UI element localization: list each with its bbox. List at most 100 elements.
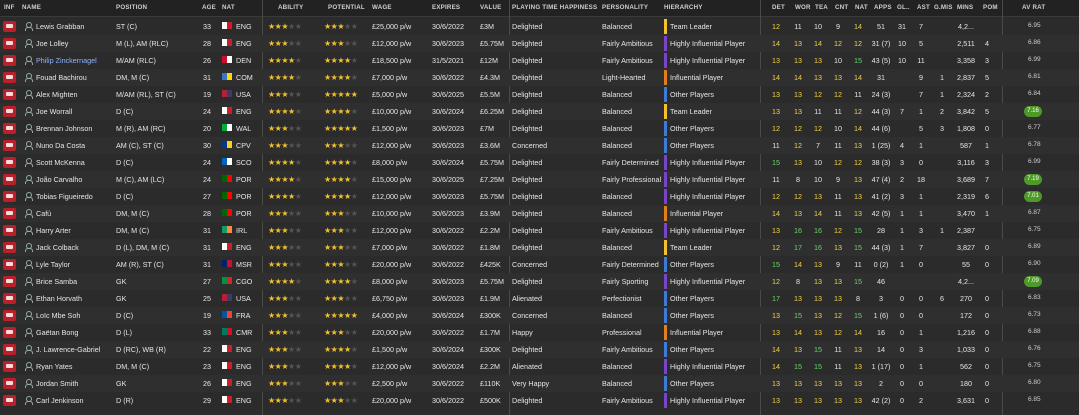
info-icon[interactable] [3, 276, 16, 287]
info-icon[interactable] [3, 378, 16, 389]
info-icon[interactable] [3, 123, 16, 134]
col-value[interactable]: VALUE [480, 4, 502, 11]
value: £7M [480, 124, 494, 133]
col-nat2[interactable]: NAT [855, 4, 868, 11]
col-hierarchy[interactable]: HIERARCHY [664, 4, 703, 11]
table-row[interactable]: Scott McKenna D (C) 24 SCO ★★★★★ ★★★★★ £… [0, 154, 1079, 171]
info-icon[interactable] [3, 225, 16, 236]
table-row[interactable]: Tobias Figueiredo D (C) 27 POR ★★★★★ ★★★… [0, 188, 1079, 205]
table-row[interactable]: Nuno Da Costa AM (C), ST (C) 30 CPV ★★★★… [0, 137, 1079, 154]
col-expires[interactable]: EXPIRES [432, 4, 460, 11]
col-pom[interactable]: POM [983, 4, 998, 11]
player-name[interactable]: Lewis Grabban [36, 22, 114, 31]
table-row[interactable]: Joe Lolley M (L), AM (RLC) 28 ENG ★★★★★ … [0, 35, 1079, 52]
table-row[interactable]: Fouad Bachirou DM, M (C) 31 COM ★★★★★ ★★… [0, 69, 1079, 86]
col-nat[interactable]: NAT [222, 4, 235, 11]
player-name[interactable]: Brennan Johnson [36, 124, 114, 133]
info-icon[interactable] [3, 89, 16, 100]
player-name[interactable]: J. Lawrence-Gabriel [36, 345, 114, 354]
player-name[interactable]: Philip Zinckernagel [36, 56, 114, 65]
info-icon[interactable] [3, 293, 16, 304]
info-icon[interactable] [3, 344, 16, 355]
player-nat: COM [236, 73, 253, 82]
player-name[interactable]: Carl Jenkinson [36, 396, 114, 405]
col-inf[interactable]: INF [4, 4, 15, 11]
player-name[interactable]: Jordan Smith [36, 379, 114, 388]
player-name[interactable]: Ryan Yates [36, 362, 114, 371]
table-row[interactable]: Cafú DM, M (C) 28 POR ★★★★★ ★★★★★ £10,00… [0, 205, 1079, 222]
table-row[interactable]: Lyle Taylor AM (R), ST (C) 31 MSR ★★★★★ … [0, 256, 1079, 273]
player-name[interactable]: João Carvalho [36, 175, 114, 184]
table-row[interactable]: Jordan Smith GK 26 ENG ★★★★★ ★★★★★ £2,50… [0, 375, 1079, 392]
player-name[interactable]: Joe Worrall [36, 107, 114, 116]
player-name[interactable]: Harry Arter [36, 226, 114, 235]
info-icon[interactable] [3, 157, 16, 168]
col-av-rat[interactable]: AV RAT [1022, 4, 1045, 11]
col-det[interactable]: DET [772, 4, 785, 11]
player-name[interactable]: Scott McKenna [36, 158, 114, 167]
col-personality[interactable]: PERSONALITY [602, 4, 648, 11]
info-icon[interactable] [3, 106, 16, 117]
cnt: 13 [834, 277, 842, 286]
col-potential[interactable]: POTENTIAL [328, 4, 365, 11]
info-icon[interactable] [3, 327, 16, 338]
table-row[interactable]: Ethan Horvath GK 25 USA ★★★★★ ★★★★★ £6,7… [0, 290, 1079, 307]
table-row[interactable]: Philip Zinckernagel M/AM (RLC) 26 DEN ★★… [0, 52, 1079, 69]
info-icon[interactable] [3, 55, 16, 66]
col-position[interactable]: POSITION [116, 4, 147, 11]
info-icon[interactable] [3, 174, 16, 185]
player-age: 19 [203, 311, 211, 320]
player-name[interactable]: Ethan Horvath [36, 294, 114, 303]
info-icon[interactable] [3, 72, 16, 83]
table-row[interactable]: João Carvalho M (C), AM (LC) 24 POR ★★★★… [0, 171, 1079, 188]
col-ability[interactable]: ABILITY [278, 4, 303, 11]
table-row[interactable]: Lewis Grabban ST (C) 33 ENG ★★★★★ ★★★★★ … [0, 18, 1079, 35]
player-icon [25, 243, 33, 252]
minutes: 2,319 [957, 192, 975, 201]
player-name[interactable]: Tobias Figueiredo [36, 192, 114, 201]
col-tea[interactable]: TEA [815, 4, 828, 11]
player-name[interactable]: Joe Lolley [36, 39, 114, 48]
col-gmis[interactable]: G.MIS [934, 4, 953, 11]
table-row[interactable]: Harry Arter DM, M (C) 31 IRL ★★★★★ ★★★★★… [0, 222, 1079, 239]
player-name[interactable]: Fouad Bachirou [36, 73, 114, 82]
table-row[interactable]: Joe Worrall D (C) 24 ENG ★★★★★ ★★★★★ £10… [0, 103, 1079, 120]
table-row[interactable]: Brennan Johnson M (R), AM (RC) 20 WAL ★★… [0, 120, 1079, 137]
col-name[interactable]: NAME [22, 4, 41, 11]
col-apps[interactable]: APPS [874, 4, 892, 11]
table-row[interactable]: Alex Mighten M/AM (RL), ST (C) 19 USA ★★… [0, 86, 1079, 103]
player-name[interactable]: Jack Colback [36, 243, 114, 252]
table-row[interactable]: Ryan Yates DM, M (C) 23 ENG ★★★★★ ★★★★★ … [0, 358, 1079, 375]
table-row[interactable]: Carl Jenkinson D (R) 29 ENG ★★★★★ ★★★★★ … [0, 392, 1079, 409]
col-cnt[interactable]: CNT [835, 4, 848, 11]
info-icon[interactable] [3, 310, 16, 321]
table-row[interactable]: Jack Colback D (L), DM, M (C) 31 ENG ★★★… [0, 239, 1079, 256]
col-playing-time[interactable]: PLAYING TIME HAPPINESS [512, 4, 597, 11]
table-row[interactable]: Brice Samba GK 27 CGO ★★★★★ ★★★★★ £8,000… [0, 273, 1079, 290]
player-name[interactable]: Cafú [36, 209, 114, 218]
table-row[interactable]: J. Lawrence-Gabriel D (RC), WB (R) 22 EN… [0, 341, 1079, 358]
col-wage[interactable]: WAGE [372, 4, 392, 11]
info-icon[interactable] [3, 208, 16, 219]
info-icon[interactable] [3, 259, 16, 270]
info-icon[interactable] [3, 395, 16, 406]
player-name[interactable]: Lyle Taylor [36, 260, 114, 269]
table-row[interactable]: Gaëtan Bong D (L) 33 CMR ★★★★★ ★★★★★ £20… [0, 324, 1079, 341]
info-icon[interactable] [3, 140, 16, 151]
info-icon[interactable] [3, 38, 16, 49]
player-name[interactable]: Gaëtan Bong [36, 328, 114, 337]
player-name[interactable]: Nuno Da Costa [36, 141, 114, 150]
info-icon[interactable] [3, 21, 16, 32]
col-age[interactable]: AGE [202, 4, 216, 11]
player-name[interactable]: Brice Samba [36, 277, 114, 286]
player-name[interactable]: Alex Mighten [36, 90, 114, 99]
col-ast[interactable]: AST [917, 4, 930, 11]
col-gls[interactable]: GL.. [897, 4, 910, 11]
info-icon[interactable] [3, 191, 16, 202]
info-icon[interactable] [3, 361, 16, 372]
info-icon[interactable] [3, 242, 16, 253]
col-wor[interactable]: WOR [795, 4, 811, 11]
col-mins[interactable]: MINS [957, 4, 973, 11]
table-row[interactable]: Loïc Mbe Soh D (C) 19 FRA ★★★★★ ★★★★★ £4… [0, 307, 1079, 324]
player-name[interactable]: Loïc Mbe Soh [36, 311, 114, 320]
